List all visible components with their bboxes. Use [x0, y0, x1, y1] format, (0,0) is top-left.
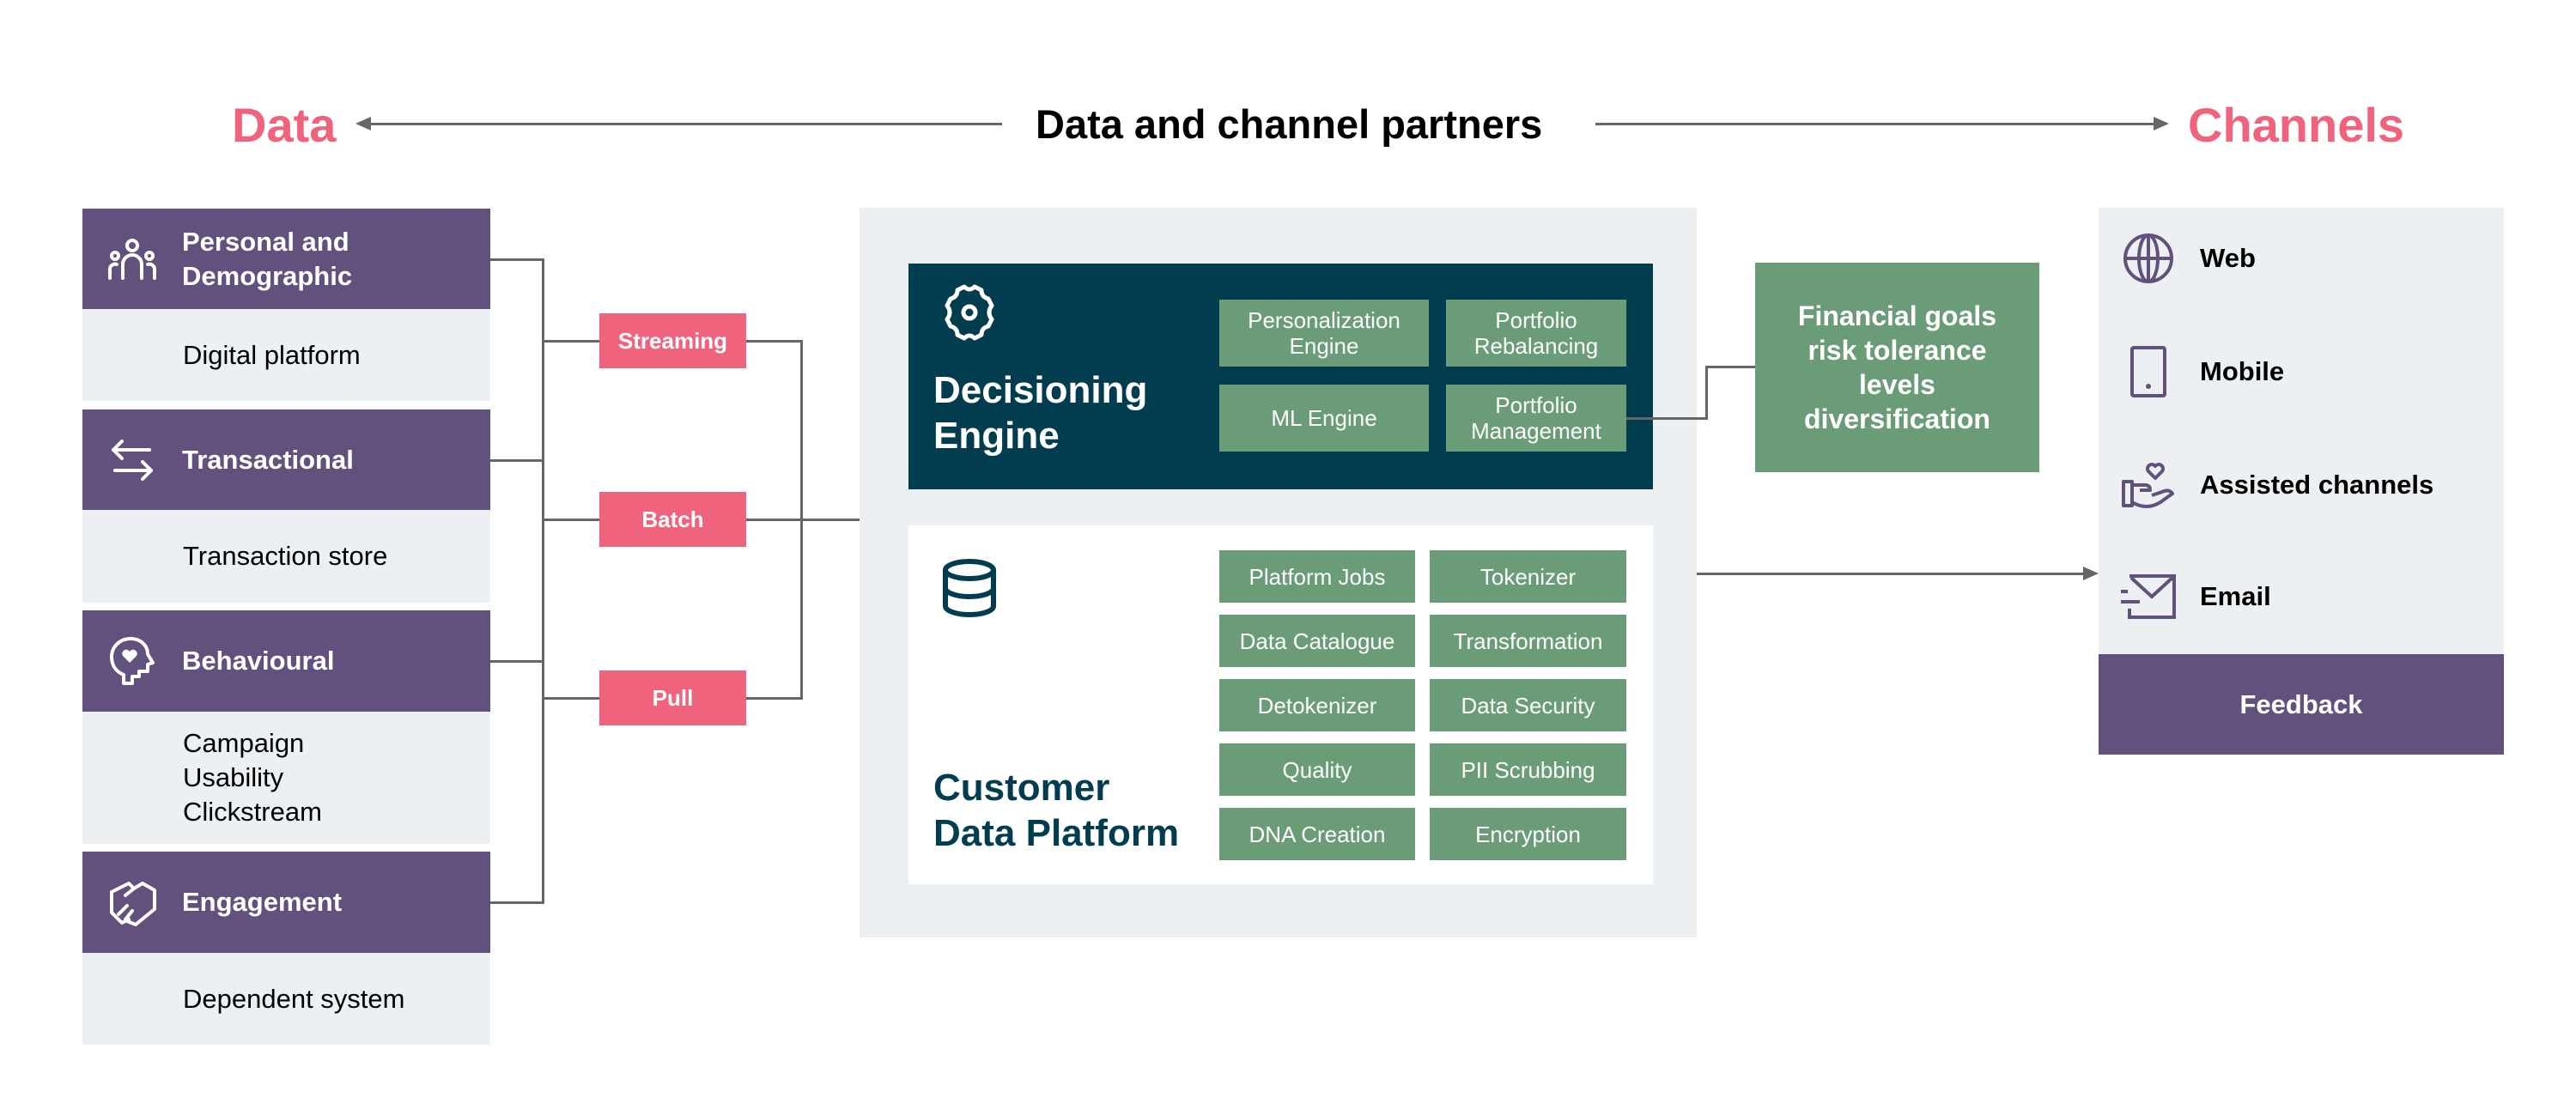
data-source-detail: Dependent system: [82, 953, 490, 1045]
connector-bus-left: [542, 258, 544, 904]
connector-line: [490, 459, 544, 462]
cdp-component-pii-scrubbing: PII Scrubbing: [1430, 743, 1626, 796]
method-pull: Pull: [599, 670, 746, 725]
cdp-component-dna-creation: DNA Creation: [1219, 808, 1415, 860]
method-streaming: Streaming: [599, 313, 746, 368]
cdp-component-detokenizer: Detokenizer: [1219, 679, 1415, 731]
data-source-behavioural: Behavioural: [82, 610, 490, 712]
channel-email: Email: [2121, 567, 2271, 627]
connector-line: [746, 340, 803, 343]
connector-line: [746, 697, 803, 700]
globe-icon: [2123, 234, 2173, 283]
channel-label: Mobile: [2200, 356, 2285, 386]
channel-label: Web: [2200, 243, 2256, 273]
feedback-box: Feedback: [2099, 654, 2504, 755]
data-source-detail-text: Campaign Usability Clickstream: [183, 728, 322, 827]
data-heading: Data: [232, 98, 337, 152]
connector-line: [542, 697, 599, 700]
connector-line: [490, 901, 544, 904]
connector-line: [490, 258, 544, 261]
database-icon: [943, 559, 996, 617]
data-source-title: Transactional: [182, 444, 354, 475]
email-send-icon: [2121, 574, 2176, 619]
platform-to-channels-line: [1697, 573, 2085, 575]
connector-line: [746, 519, 860, 521]
connector-line: [1626, 417, 1707, 420]
people-group-icon: [108, 238, 156, 280]
data-source-detail-text: Digital platform: [183, 339, 361, 370]
exchange-arrows-icon: [112, 439, 153, 481]
connector-line: [542, 519, 599, 521]
cdp-component-platform-jobs: Platform Jobs: [1219, 550, 1415, 603]
channel-assisted: Assisted channels: [2121, 455, 2433, 515]
connector-line: [1705, 366, 1708, 420]
data-source-personal-demographic: Personal and Demographic: [82, 209, 490, 309]
data-source-detail-text: Transaction store: [183, 541, 388, 571]
connector-bus-right: [800, 340, 803, 700]
data-source-detail: Transaction store: [82, 510, 490, 603]
arrow-right-icon: [2083, 567, 2099, 580]
channel-label: Assisted channels: [2200, 470, 2434, 500]
data-source-detail: Digital platform: [82, 309, 490, 401]
de-component-portfolio-management: Portfolio Management: [1446, 385, 1626, 452]
cdp-component-quality: Quality: [1219, 743, 1415, 796]
head-heart-icon: [110, 637, 155, 685]
data-source-transactional: Transactional: [82, 409, 490, 510]
gear-icon: [945, 284, 994, 341]
data-source-title: Behavioural: [182, 646, 335, 676]
arrow-left-icon: [355, 117, 371, 130]
handshake-icon: [110, 882, 156, 926]
decisioning-engine-title: Decisioning Engine: [933, 369, 1148, 457]
mobile-phone-icon: [2130, 346, 2166, 397]
cdp-component-data-catalogue: Data Catalogue: [1219, 615, 1415, 667]
connector-line: [1705, 366, 1755, 368]
method-batch: Batch: [599, 492, 746, 547]
cdp-component-tokenizer: Tokenizer: [1430, 550, 1626, 603]
header-arrow-right-line: [1595, 123, 2155, 125]
header-arrow-left-line: [369, 123, 1002, 125]
cdp-component-transformation: Transformation: [1430, 615, 1626, 667]
data-source-title: Personal and Demographic: [182, 226, 353, 291]
channel-mobile: Mobile: [2121, 342, 2284, 402]
channel-label: Email: [2200, 581, 2271, 611]
de-component-portfolio-rebalancing: Portfolio Rebalancing: [1446, 300, 1626, 367]
de-component-ml-engine: ML Engine: [1219, 385, 1429, 452]
connector-line: [490, 660, 544, 663]
connector-line: [542, 340, 599, 343]
page-title: Data and channel partners: [1036, 101, 1543, 147]
cdp-component-encryption: Encryption: [1430, 808, 1626, 860]
portfolio-inputs-box: Financial goals risk tolerance levels di…: [1755, 263, 2039, 472]
data-source-detail-text: Dependent system: [183, 983, 405, 1014]
hand-heart-icon: [2122, 463, 2174, 508]
data-source-title: Engagement: [182, 887, 343, 917]
de-component-personalization-engine: Personalization Engine: [1219, 300, 1429, 367]
data-source-engagement: Engagement: [82, 852, 490, 953]
cdp-title: Customer Data Platform: [933, 767, 1180, 854]
arrow-right-icon: [2154, 117, 2169, 130]
channel-web: Web: [2121, 228, 2256, 288]
channels-heading: Channels: [2188, 98, 2405, 152]
cdp-component-data-security: Data Security: [1430, 679, 1626, 731]
data-source-detail: Campaign Usability Clickstream: [82, 712, 490, 844]
